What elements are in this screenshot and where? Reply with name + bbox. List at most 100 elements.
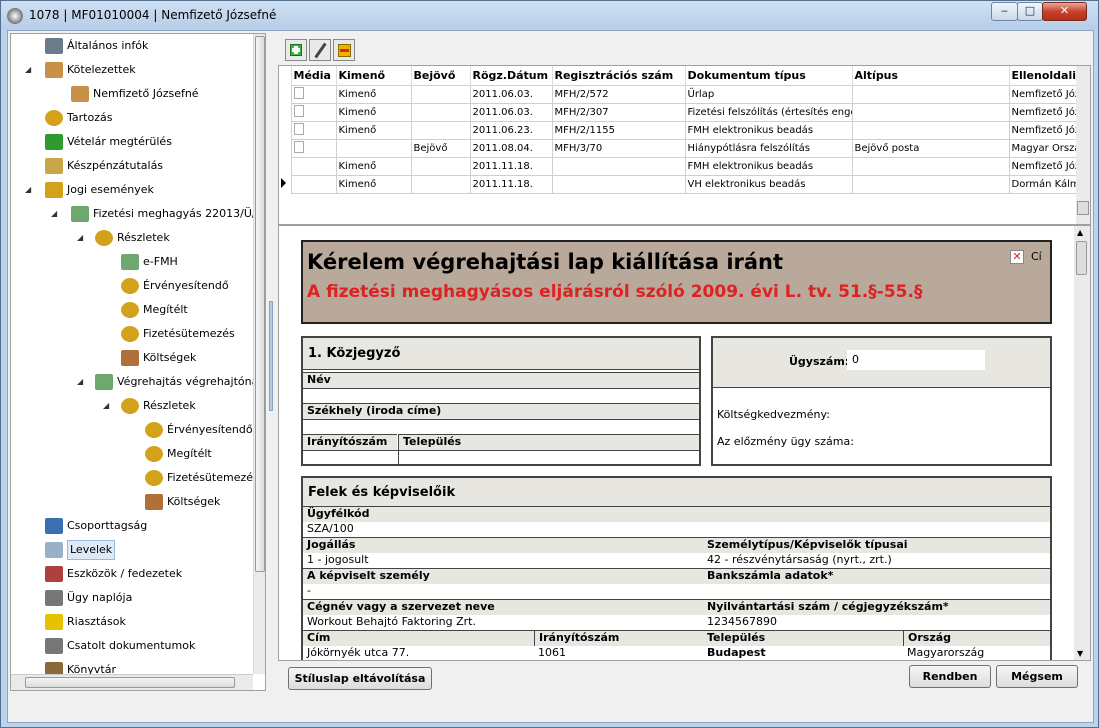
tree-expander-icon[interactable]: ◢ — [25, 186, 34, 195]
row-header[interactable] — [279, 103, 291, 121]
grid-cell[interactable] — [851, 174, 1010, 194]
tree-item[interactable]: Nemfizető Józsefné — [11, 83, 251, 105]
grid-cell[interactable] — [290, 174, 337, 194]
grid-cell[interactable]: Kimenő — [335, 120, 412, 140]
tree-item[interactable]: Csoporttagság — [11, 515, 251, 537]
grid-column-header[interactable]: Rögz.Dátum — [470, 66, 553, 85]
row-header[interactable] — [279, 85, 291, 103]
grid-vertical-scrollbar[interactable] — [1076, 66, 1090, 224]
tree-item[interactable]: Fizetésütemezés — [11, 467, 259, 489]
grid-cell[interactable] — [851, 102, 1010, 122]
grid-cell[interactable] — [410, 156, 471, 176]
tree-item[interactable]: Vételár megtérülés — [11, 131, 251, 153]
row-header[interactable] — [279, 157, 291, 175]
cancel-button[interactable]: Mégsem — [996, 665, 1078, 688]
tree-vertical-scrollbar[interactable] — [253, 34, 265, 674]
grid-cell[interactable] — [851, 120, 1010, 140]
grid-cell[interactable]: 2011.06.03. — [469, 102, 553, 122]
tree-item[interactable]: Csatolt dokumentumok — [11, 635, 251, 657]
grid-cell[interactable] — [410, 102, 471, 122]
grid-row[interactable]: Kimenő 2011.11.18. VH elektronikus beadás D… — [279, 174, 1090, 194]
grid-cell[interactable] — [290, 120, 337, 140]
grid-cell[interactable]: MFH/2/307 — [551, 102, 686, 122]
tree-item[interactable]: Eszközök / fedezetek — [11, 563, 251, 585]
tree-item[interactable]: Érvényesítendő — [11, 275, 251, 297]
grid-cell[interactable] — [290, 138, 337, 158]
tree-item[interactable]: Általános infók — [11, 35, 251, 57]
grid-cell[interactable]: Kimenő — [335, 156, 412, 176]
tree-item[interactable]: Riasztások — [11, 611, 251, 633]
ugyszam-input[interactable]: 0 — [847, 350, 985, 370]
tree-item[interactable]: Megítélt — [11, 299, 251, 321]
tree-item[interactable]: Levelek — [11, 539, 251, 561]
grid-cell[interactable] — [551, 156, 686, 176]
grid-row[interactable]: Bejövő 2011.08.04. MFH/3/70 Hiánypótlásra f… — [279, 138, 1090, 158]
tree-expander-icon[interactable]: ◢ — [103, 402, 112, 411]
grid-cell[interactable]: Kimenő — [335, 174, 412, 194]
grid-cell[interactable] — [290, 156, 337, 176]
row-header[interactable] — [279, 139, 291, 157]
grid-cell[interactable] — [851, 156, 1010, 176]
add-button[interactable] — [285, 39, 307, 61]
tree-item[interactable]: Költségek — [11, 347, 251, 369]
grid-column-header[interactable]: Regisztrációs szám — [552, 66, 686, 85]
tree-item[interactable]: Megítélt — [11, 443, 251, 465]
delete-button[interactable] — [333, 39, 355, 61]
grid-cell[interactable]: 2011.11.18. — [469, 156, 553, 176]
grid-column-header[interactable]: Média — [291, 66, 337, 85]
grid-cell[interactable]: 2011.11.18. — [469, 174, 553, 194]
grid-cell[interactable]: MFH/3/70 — [551, 138, 686, 158]
grid-column-header[interactable]: Dokumentum típus — [685, 66, 853, 85]
tree-item[interactable]: Fizetésütemezés — [11, 323, 251, 345]
grid-cell[interactable]: Fizetési felszólítás (értesítés enged — [684, 102, 853, 122]
report-vertical-scrollbar[interactable]: ▲ ▼ — [1074, 226, 1090, 660]
grid-cell[interactable]: MFH/2/572 — [551, 84, 686, 104]
minimize-button[interactable]: ‒ — [991, 2, 1018, 21]
panel-splitter[interactable] — [267, 31, 275, 691]
grid-cell[interactable]: Kimenő — [335, 84, 412, 104]
tree-expander-icon[interactable]: ◢ — [51, 210, 60, 219]
edit-button[interactable] — [309, 39, 331, 61]
grid-cell[interactable]: Kimenő — [335, 102, 412, 122]
tree-expander-icon[interactable]: ◢ — [77, 378, 86, 387]
tree-item[interactable]: ◢ Részletek — [11, 395, 251, 417]
tree-item[interactable]: Érvényesítendő — [11, 419, 253, 441]
grid-cell[interactable]: 2011.06.23. — [469, 120, 553, 140]
close-button[interactable]: ✕ — [1042, 2, 1087, 21]
row-header[interactable] — [279, 121, 291, 139]
remove-stylesheet-button[interactable]: Stíluslap eltávolítása — [288, 667, 432, 690]
tree-item[interactable]: Tartozás — [11, 107, 251, 129]
grid-cell[interactable] — [410, 174, 471, 194]
grid-cell[interactable]: Bejövő posta — [851, 138, 1010, 158]
tree-item[interactable]: e-FMH — [11, 251, 251, 273]
grid-cell[interactable] — [551, 174, 686, 194]
grid-cell[interactable] — [851, 84, 1010, 104]
grid-cell[interactable]: Űrlap — [684, 84, 853, 104]
tree-item[interactable]: ◢ Végrehajtás végrehajtónál 2 — [11, 371, 265, 393]
ok-button[interactable]: Rendben — [909, 665, 991, 688]
grid-row[interactable]: Kimenő 2011.06.03. MFH/2/307 Fizetési felsz… — [279, 102, 1090, 122]
tree-horizontal-scrollbar[interactable] — [11, 674, 253, 690]
maximize-button[interactable]: □ — [1017, 2, 1043, 21]
grid-column-header[interactable]: Altípus — [852, 66, 1010, 85]
grid-cell[interactable]: 2011.08.04. — [469, 138, 553, 158]
tree-item[interactable]: Ügy naplója — [11, 587, 251, 609]
grid-cell[interactable]: FMH elektronikus beadás — [684, 156, 853, 176]
grid-cell[interactable]: Bejövő — [410, 138, 471, 158]
row-header[interactable] — [279, 175, 291, 193]
grid-cell[interactable] — [290, 84, 337, 104]
tree-item[interactable]: ◢ Fizetési meghagyás 22013/Ü/30 — [11, 203, 265, 225]
tree-expander-icon[interactable]: ◢ — [77, 234, 86, 243]
tree-item[interactable]: Készpénzátutalás — [11, 155, 251, 177]
tree-expander-icon[interactable]: ◢ — [25, 66, 34, 75]
grid-row[interactable]: Kimenő 2011.06.03. MFH/2/572 Űrlap Nemfizető… — [279, 84, 1090, 104]
grid-cell[interactable]: MFH/2/1155 — [551, 120, 686, 140]
tree-item[interactable]: Költségek — [11, 491, 251, 513]
tree-item[interactable]: ◢ Jogi események — [11, 179, 251, 201]
grid-column-header[interactable]: Kimenő — [336, 66, 412, 85]
grid-cell[interactable]: Hiánypótlásra felszólítás — [684, 138, 853, 158]
tree-item[interactable]: ◢ Részletek — [11, 227, 251, 249]
grid-cell[interactable] — [410, 120, 471, 140]
grid-cell[interactable]: VH elektronikus beadás — [684, 174, 853, 194]
grid-cell[interactable] — [335, 138, 412, 158]
